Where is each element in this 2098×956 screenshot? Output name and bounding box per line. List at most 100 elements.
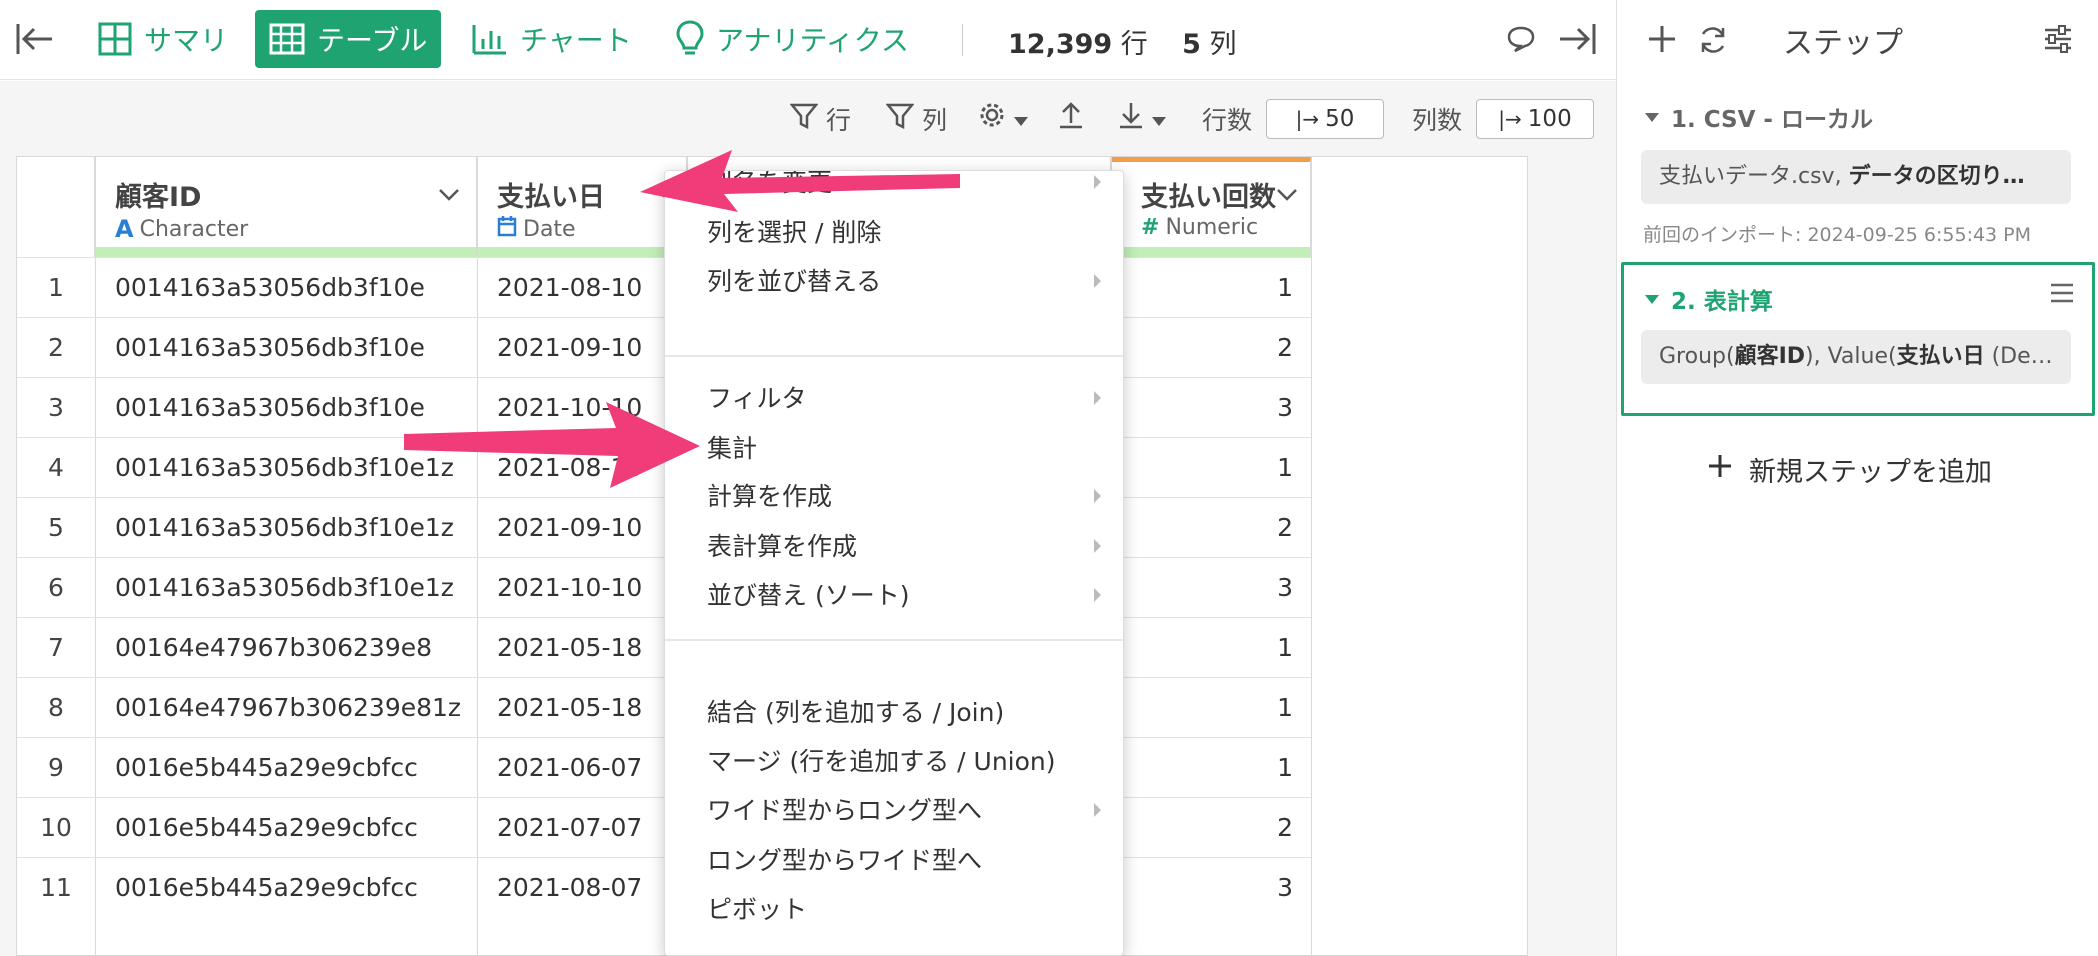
row-count: 12,399: [1008, 29, 1113, 60]
column-header-payment-date[interactable]: 支払い日 Date: [477, 157, 687, 257]
column-type-label: Character: [139, 216, 249, 242]
collapse-left-icon[interactable]: [16, 22, 54, 60]
cell-payment-date: 2021-05-18: [497, 633, 643, 662]
step-2-title: 2. 表計算: [1671, 289, 1773, 315]
column-header-customer-id[interactable]: 顧客ID A Character: [95, 157, 477, 257]
cell-customer-id: 0016e5b445a29e9cbfcc: [115, 873, 418, 902]
step-2-header[interactable]: 2. 表計算: [1645, 282, 1773, 316]
row-number: 11: [40, 873, 72, 902]
row-filter-label: 行: [826, 106, 852, 135]
add-step-button[interactable]: 新規ステップを追加: [1707, 450, 1992, 489]
download-dropdown[interactable]: [1118, 101, 1166, 135]
cell-payment-date: 2021-10-10: [497, 573, 643, 602]
tab-chart[interactable]: チャート: [458, 10, 646, 68]
sliders-icon[interactable]: [2043, 24, 2073, 58]
menu-separator: [665, 355, 1123, 357]
step-1-title: 1. CSV - ローカル: [1671, 107, 1873, 133]
tab-summary[interactable]: サマリ: [84, 10, 242, 68]
gear-icon: [978, 101, 1006, 135]
row-col-count: 12,399 行 5 列: [1008, 22, 1237, 61]
cell-payment-count: 1: [1277, 753, 1293, 782]
menu-separator: [665, 639, 1123, 641]
cols-limit-field[interactable]: |→ 100: [1476, 99, 1594, 139]
menu-item[interactable]: 列を選択 / 削除: [707, 213, 881, 249]
filter-icon: [885, 102, 915, 136]
col-unit: 列: [1209, 29, 1237, 60]
row-number: 9: [48, 753, 64, 782]
menu-icon[interactable]: [2049, 282, 2075, 308]
step-2-detail-text: ), Value(: [1805, 344, 1897, 369]
filter-icon: [789, 102, 819, 136]
comment-icon[interactable]: [1506, 24, 1536, 58]
cell-customer-id: 0016e5b445a29e9cbfcc: [115, 753, 418, 782]
submenu-arrow-icon: [1094, 175, 1101, 189]
divider: [1311, 157, 1312, 956]
submenu-arrow-icon: [1094, 539, 1101, 553]
cell-payment-date: 2021-08-07: [497, 873, 643, 902]
cell-payment-count: 1: [1277, 273, 1293, 302]
menu-item[interactable]: 列を並び替える: [707, 262, 881, 298]
cell-payment-count: 1: [1277, 453, 1293, 482]
column-header-payment-count[interactable]: 支払い回数 # Numeric: [1111, 157, 1311, 257]
menu-item[interactable]: フィルタ: [707, 379, 807, 415]
tab-summary-label: サマリ: [144, 24, 229, 57]
menu-item[interactable]: ワイド型からロング型へ: [707, 791, 982, 827]
upload-button[interactable]: [1058, 101, 1084, 135]
column-type: # Numeric: [1141, 215, 1258, 240]
tab-table[interactable]: テーブル: [255, 10, 442, 68]
menu-item[interactable]: 結合 (列を追加する / Join): [707, 693, 1004, 729]
step-2-detail-bold: 顧客ID: [1734, 344, 1806, 369]
top-bar: サマリ テーブル チャート アナリティクス 12,399 行 5 列: [0, 0, 1616, 80]
step-1-header[interactable]: 1. CSV - ローカル: [1645, 100, 1873, 134]
column-name: 支払い日: [497, 182, 605, 213]
table-toolbar: 行 列 行数 |→ 50 列数 |→ 100: [0, 81, 1616, 156]
panel-title: ステップ: [1783, 26, 1903, 61]
plus-icon: [1707, 453, 1733, 486]
cell-customer-id: 0014163a53056db3f10e1z: [115, 573, 454, 602]
menu-item[interactable]: 並び替え (ソート): [707, 576, 909, 612]
menu-item[interactable]: 集計: [707, 429, 757, 465]
col-filter-button[interactable]: 列: [885, 101, 948, 137]
cell-customer-id: 0014163a53056db3f10e: [115, 393, 425, 422]
settings-dropdown[interactable]: [978, 101, 1028, 135]
menu-item[interactable]: ピボット: [707, 890, 807, 926]
column-name: 支払い回数: [1141, 182, 1276, 213]
column-quality-bar: [95, 247, 476, 257]
tab-analytics[interactable]: アナリティクス: [662, 10, 923, 68]
cell-payment-count: 2: [1277, 813, 1293, 842]
row-filter-button[interactable]: 行: [789, 101, 852, 137]
menu-item[interactable]: マージ (行を追加する / Union): [707, 742, 1056, 778]
cell-payment-date: 2021-09-10: [497, 513, 643, 542]
column-type: A Character: [115, 215, 248, 243]
collapse-right-icon[interactable]: [1558, 22, 1596, 60]
plus-icon[interactable]: [1647, 24, 1677, 58]
step-1-detail-plain: 支払いデータ.csv,: [1659, 164, 1849, 189]
step-2-detail[interactable]: Group(顧客ID), Value(支払い日 (Den…: [1641, 330, 2071, 384]
chevron-down-icon[interactable]: [1276, 187, 1298, 206]
col-filter-label: 列: [922, 106, 948, 135]
menu-item[interactable]: 列名を変更: [707, 171, 832, 199]
menu-item[interactable]: ロング型からワイド型へ: [707, 841, 982, 877]
step-1-detail-bold: データの区切り…: [1848, 164, 2025, 189]
jump-icon: |→: [1295, 107, 1320, 131]
submenu-arrow-icon: [1094, 803, 1101, 817]
upload-icon: [1058, 101, 1084, 135]
col-count: 5: [1182, 29, 1201, 60]
add-step-label: 新規ステップを追加: [1749, 457, 1992, 488]
cell-payment-date: 2021-05-18: [497, 693, 643, 722]
row-number: 4: [48, 453, 64, 482]
step-2-detail-bold: 支払い日: [1896, 344, 1985, 369]
refresh-icon[interactable]: [1697, 24, 1729, 60]
column-name: 顧客ID: [115, 182, 202, 213]
cell-payment-date: 2021-07-07: [497, 813, 643, 842]
chevron-down-icon[interactable]: [438, 187, 460, 206]
rows-limit-field[interactable]: |→ 50: [1266, 99, 1384, 139]
submenu-arrow-icon: [1094, 391, 1101, 405]
step-1-detail[interactable]: 支払いデータ.csv, データの区切り…: [1641, 150, 2071, 204]
menu-item[interactable]: 表計算を作成: [707, 527, 857, 563]
expand-triangle-icon: [1645, 294, 1659, 304]
cell-payment-count: 2: [1277, 333, 1293, 362]
menu-item[interactable]: 計算を作成: [707, 477, 832, 513]
column-quality-bar: [1111, 247, 1310, 257]
rows-label: 行数: [1202, 106, 1253, 135]
